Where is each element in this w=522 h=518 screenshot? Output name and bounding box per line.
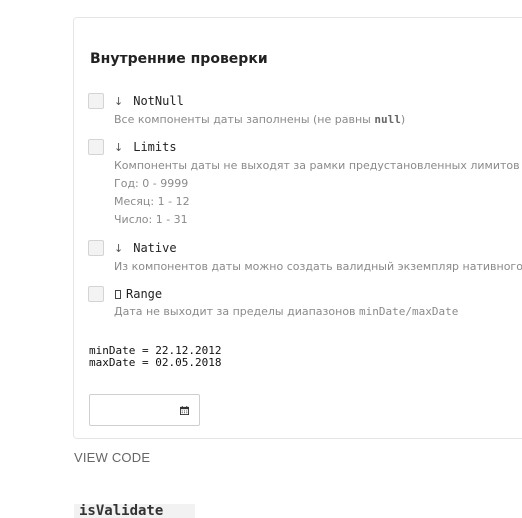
date-input-field[interactable]	[96, 401, 174, 419]
native-description: Из компонентов даты можно создать валидн…	[114, 260, 522, 273]
notnull-name: NotNull	[133, 94, 184, 108]
max-date-line: maxDate = 02.05.2018	[89, 356, 222, 369]
native-label: ↓ Native	[114, 241, 177, 255]
calendar-icon[interactable]	[180, 406, 189, 415]
native-checkbox[interactable]	[88, 240, 104, 256]
card-title: Внутренние проверки	[90, 51, 268, 67]
date-input[interactable]	[89, 394, 200, 426]
arrow-down-icon: ↓	[114, 141, 124, 154]
limits-checkbox[interactable]	[88, 139, 104, 155]
arrow-down-icon: ↓	[114, 95, 124, 108]
range-label: Range	[114, 287, 162, 301]
notnull-label: ↓ NotNull	[114, 94, 184, 108]
internal-checks-card: Внутренние проверки ↓ NotNull Все компон…	[73, 17, 522, 439]
range-name: Range	[126, 287, 163, 301]
limits-year: Год: 0 - 9999	[114, 177, 189, 190]
missing-glyph-icon	[115, 290, 121, 299]
notnull-checkbox[interactable]	[88, 93, 104, 109]
view-code-link[interactable]: VIEW CODE	[74, 450, 150, 465]
native-name: Native	[133, 241, 177, 255]
limits-day: Число: 1 - 31	[114, 213, 188, 226]
min-max-code: minDate/maxDate	[359, 305, 459, 318]
clipped-text-above	[74, 0, 522, 4]
limits-name: Limits	[133, 140, 177, 154]
notnull-description: Все компоненты даты заполнены (не равны …	[114, 113, 406, 126]
limits-label: ↓ Limits	[114, 140, 177, 154]
null-code: null	[374, 113, 401, 126]
date-limits-block: minDate = 22.12.2012 maxDate = 02.05.201…	[89, 345, 221, 369]
next-section-code-heading: isValidate	[74, 504, 195, 518]
range-description: Дата не выходит за пределы диапазонов mi…	[114, 305, 459, 318]
arrow-down-icon: ↓	[114, 242, 124, 255]
limits-month: Месяц: 1 - 12	[114, 195, 190, 208]
range-checkbox[interactable]	[88, 286, 104, 302]
limits-description: Компоненты даты не выходят за рамки пред…	[114, 159, 520, 172]
